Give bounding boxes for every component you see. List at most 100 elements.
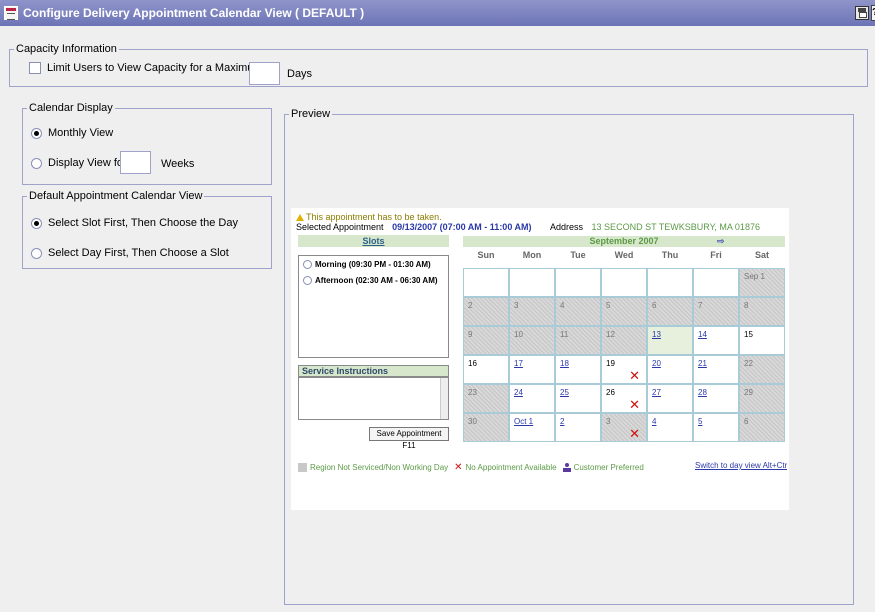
legend-customer-preferred: Customer Preferred <box>573 462 644 472</box>
calendar-day-selectable[interactable]: 21 <box>693 355 739 384</box>
limit-capacity-label: Limit Users to View Capacity for a Maxim… <box>47 62 275 74</box>
calendar-day: 3 <box>509 297 555 326</box>
display-view-for-label: Display View for <box>48 157 127 169</box>
calendar-day-unavailable: 26 ✕ <box>601 384 647 413</box>
slot-first-radio[interactable] <box>31 217 42 229</box>
calendar-day: 7 <box>693 297 739 326</box>
calendar-day <box>693 268 739 297</box>
not-serviced-swatch-icon <box>298 462 307 472</box>
calendar-icon <box>4 6 18 20</box>
day-first-option[interactable]: Select Day First, Then Choose a Slot <box>31 247 229 259</box>
calendar-day <box>555 268 601 297</box>
slot-first-option[interactable]: Select Slot First, Then Choose the Day <box>31 217 238 229</box>
day-first-label: Select Day First, Then Choose a Slot <box>48 247 229 259</box>
calendar-day-selectable[interactable]: 2 <box>555 413 601 442</box>
slot-afternoon-radio[interactable] <box>303 276 312 285</box>
save-icon[interactable] <box>855 6 869 20</box>
address-value: 13 SECOND ST TEWKSBURY, MA 01876 <box>591 222 760 232</box>
switch-to-day-view-link[interactable]: Switch to day view Alt+Ctrl+S <box>695 461 787 470</box>
slots-heading: Slots <box>298 235 449 247</box>
calendar-day-selectable[interactable]: 25 <box>555 384 601 413</box>
monthly-view-radio[interactable] <box>31 127 42 139</box>
selected-appointment-value: 09/13/2007 (07:00 AM - 11:00 AM) <box>392 222 532 232</box>
service-instructions-scrollbar[interactable] <box>440 378 448 419</box>
legend-no-appointment: No Appointment Available <box>465 462 557 472</box>
calendar-day: 30 <box>463 413 509 442</box>
slot-afternoon-label: Afternoon (02:30 AM - 06:30 AM) <box>315 276 438 285</box>
monthly-view-label: Monthly View <box>48 127 114 139</box>
no-appointment-icon: ✕ <box>629 397 640 412</box>
save-appointment-button[interactable]: Save Appointment F11 <box>369 427 449 450</box>
help-icon[interactable]: ? <box>871 5 875 21</box>
weeks-input[interactable] <box>120 151 151 174</box>
calendar-day-selectable[interactable]: 13 <box>647 326 693 355</box>
capacity-days-input[interactable] <box>249 62 280 85</box>
calendar-day-selectable[interactable]: 27 <box>647 384 693 413</box>
display-view-for-radio[interactable] <box>31 157 42 169</box>
calendar-day <box>463 268 509 297</box>
calendar-day: 5 <box>601 297 647 326</box>
calendar-day: 9 <box>463 326 509 355</box>
limit-capacity-row: Limit Users to View Capacity for a Maxim… <box>29 62 275 74</box>
calendar-day <box>647 268 693 297</box>
calendar-day: 11 <box>555 326 601 355</box>
weekday-thu: Thu <box>661 250 679 260</box>
weekday-sun: Sun <box>477 250 495 260</box>
weekday-sat: Sat <box>754 250 769 260</box>
calendar-day: Sep 1 <box>739 268 785 297</box>
weekday-fri: Fri <box>710 250 722 260</box>
month-title: September 2007 <box>463 236 785 247</box>
calendar-day-selectable[interactable]: 24 <box>509 384 555 413</box>
calendar-day: 16 <box>463 355 509 384</box>
calendar-day <box>601 268 647 297</box>
slot-first-label: Select Slot First, Then Choose the Day <box>48 217 238 229</box>
calendar-day <box>509 268 555 297</box>
calendar-day-selectable[interactable]: 17 <box>509 355 555 384</box>
capacity-legend: Capacity Information <box>16 43 117 55</box>
calendar-day-selectable[interactable]: 28 <box>693 384 739 413</box>
limit-capacity-checkbox[interactable] <box>29 62 41 74</box>
calendar-day-selectable[interactable]: 14 <box>693 326 739 355</box>
warning-icon <box>296 214 304 221</box>
calendar-day-selectable[interactable]: 5 <box>693 413 739 442</box>
days-label: Days <box>287 68 313 80</box>
selected-appointment-label: Selected Appointment <box>296 222 384 232</box>
monthly-view-option[interactable]: Monthly View <box>31 127 113 139</box>
slot-morning[interactable]: Morning (09:30 PM - 01:30 AM) <box>303 260 431 269</box>
slot-morning-label: Morning (09:30 PM - 01:30 AM) <box>315 260 431 269</box>
calendar-day-selectable[interactable]: 20 <box>647 355 693 384</box>
display-view-for-option[interactable]: Display View for <box>31 157 127 169</box>
weekday-mon: Mon <box>522 250 542 260</box>
calendar-day-unavailable: 3 ✕ <box>601 413 647 442</box>
preview-calendar-image: This appointment has to be taken. Select… <box>291 208 789 510</box>
no-appointment-icon: ✕ <box>629 426 640 441</box>
calendar-day: 2 <box>463 297 509 326</box>
calendar-day: 22 <box>739 355 785 384</box>
no-appointment-icon: ✕ <box>629 368 640 383</box>
calendar-day: 10 <box>509 326 555 355</box>
calendar-day: 8 <box>739 297 785 326</box>
calendar-day-selectable[interactable]: Oct 1 <box>509 413 555 442</box>
customer-preferred-icon <box>562 462 571 472</box>
calendar-day: 4 <box>555 297 601 326</box>
legend-not-serviced: Region Not Serviced/Non Working Day <box>310 462 449 472</box>
calendar-day-unavailable: 19 ✕ <box>601 355 647 384</box>
title-bar: Configure Delivery Appointment Calendar … <box>0 0 875 26</box>
next-month-arrow-icon[interactable]: ⇨ <box>717 236 725 247</box>
slots-list: Morning (09:30 PM - 01:30 AM) Afternoon … <box>298 255 449 358</box>
selected-appointment-line: Selected Appointment 09/13/2007 (07:00 A… <box>296 222 760 232</box>
slot-afternoon[interactable]: Afternoon (02:30 AM - 06:30 AM) <box>303 276 438 285</box>
service-instructions-textarea[interactable] <box>298 377 449 420</box>
calendar-day: 23 <box>463 384 509 413</box>
calendar-day: 6 <box>647 297 693 326</box>
warning-message: This appointment has to be taken. <box>296 212 442 222</box>
calendar-day: 29 <box>739 384 785 413</box>
calendar-day: 6 <box>739 413 785 442</box>
calendar-day-selectable[interactable]: 18 <box>555 355 601 384</box>
day-first-radio[interactable] <box>31 247 42 259</box>
slot-morning-radio[interactable] <box>303 260 312 269</box>
calendar-display-legend: Calendar Display <box>29 102 113 114</box>
weekday-wed: Wed <box>614 250 634 260</box>
calendar-day-selectable[interactable]: 4 <box>647 413 693 442</box>
warning-text: This appointment has to be taken. <box>306 212 442 222</box>
